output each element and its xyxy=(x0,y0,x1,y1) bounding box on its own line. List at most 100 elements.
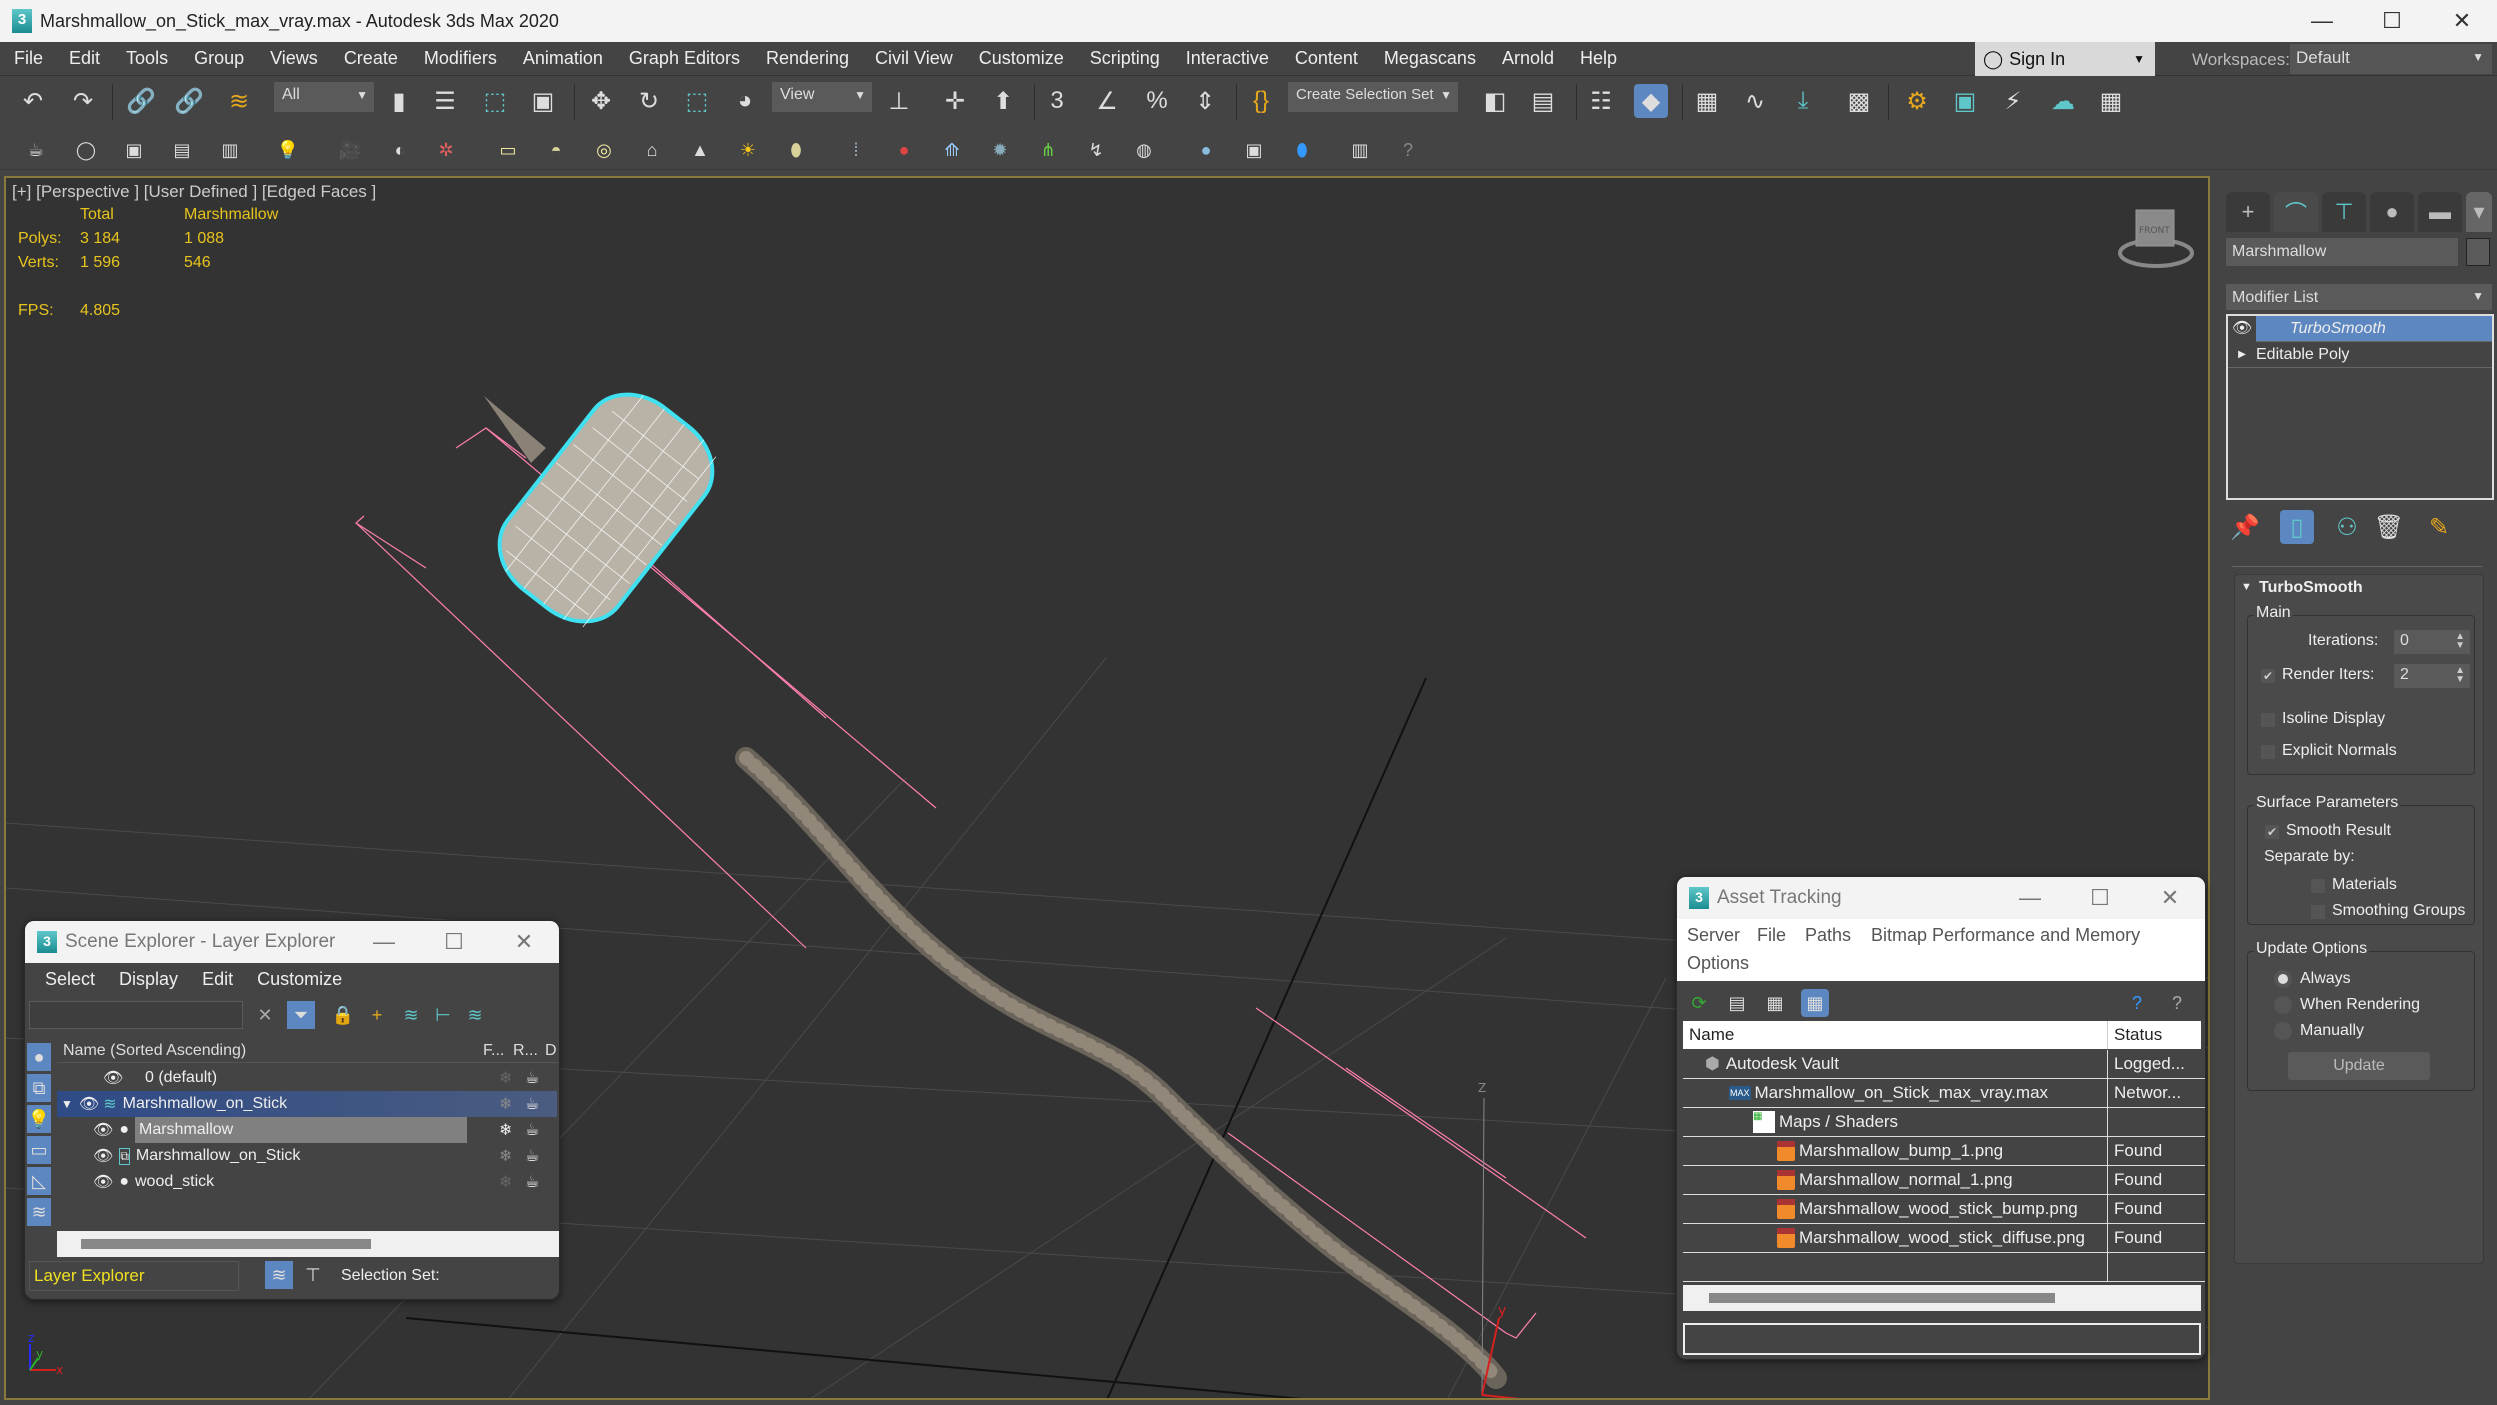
menu-scripting[interactable]: Scripting xyxy=(1075,48,1171,69)
curve-editor-icon[interactable]: ∿ xyxy=(1738,84,1772,118)
render-teapot-icon[interactable]: ☕ xyxy=(525,1172,539,1192)
help-icon[interactable]: ? xyxy=(1394,136,1422,164)
menu-help[interactable]: Help xyxy=(1565,48,1628,69)
menu-megascans[interactable]: Megascans xyxy=(1369,48,1487,69)
angle-snap-icon[interactable]: ∠ xyxy=(1090,84,1124,118)
new-layer-icon[interactable]: + xyxy=(363,1001,391,1029)
clear-search-icon[interactable]: ✕ xyxy=(251,1001,279,1029)
minimize-button[interactable]: — xyxy=(1995,877,2065,919)
close-button[interactable]: ✕ xyxy=(2135,877,2205,919)
select-manipulate-icon[interactable]: ✛ xyxy=(938,84,972,118)
iterations-spinner[interactable]: 0 ▲ ▼ xyxy=(2394,630,2470,654)
at-menu-options[interactable]: Options xyxy=(1687,953,1749,974)
pivot-center-icon[interactable]: ⊥ xyxy=(882,84,916,118)
panel-list-icon[interactable]: ▥ xyxy=(216,136,244,164)
env-fog-icon[interactable]: ⟰ xyxy=(938,136,966,164)
expand-triangle-icon[interactable]: ▼ xyxy=(61,1097,73,1111)
se-menu-select[interactable]: Select xyxy=(45,969,95,990)
freeze-icon[interactable]: ❄ xyxy=(499,1172,512,1192)
select-object-icon[interactable]: ▮ xyxy=(382,84,416,118)
object-color-swatch[interactable] xyxy=(2466,238,2490,266)
spinner-arrows-icon[interactable]: ▲ ▼ xyxy=(2455,666,2465,685)
spinner-arrows-icon[interactable]: ▲ ▼ xyxy=(2455,632,2465,651)
modify-tab[interactable]: ⌒ xyxy=(2274,192,2318,232)
table-row[interactable]: ⬢ Autodesk Vault Logged... xyxy=(1683,1050,2205,1079)
freeze-icon[interactable]: ❄ xyxy=(499,1094,512,1114)
lights-filter-icon[interactable]: 💡 xyxy=(27,1105,51,1133)
eye-icon[interactable]: 👁 xyxy=(2228,315,2256,342)
camera-icon[interactable]: 🎥 xyxy=(336,136,364,164)
cameras-filter-icon[interactable]: ▭ xyxy=(27,1136,51,1164)
toggle-layer-explorer-icon[interactable]: ◆ xyxy=(1634,84,1668,118)
column-freeze[interactable]: F... xyxy=(483,1042,504,1060)
remove-modifier-icon[interactable]: 🗑 xyxy=(2372,510,2406,544)
column-name[interactable]: Name (Sorted Ascending) xyxy=(63,1042,246,1060)
plane-light-icon[interactable]: ▭ xyxy=(494,136,522,164)
table-row[interactable]: ▼ 👁 ≋ Marshmallow_on_Stick ❄ ☕ xyxy=(57,1091,557,1117)
proxy-icon[interactable]: ⁞ xyxy=(842,136,870,164)
table-row[interactable]: MAX Marshmallow_on_Stick_max_vray.max Ne… xyxy=(1683,1079,2205,1108)
table-row[interactable]: 👁 ● wood_stick ❄ ☕ xyxy=(57,1169,557,1195)
menu-interactive[interactable]: Interactive xyxy=(1171,48,1280,69)
at-menu-server[interactable]: Server xyxy=(1687,925,1740,946)
schematic-view-icon[interactable]: ⤓ xyxy=(1786,84,1820,118)
physical-camera-icon[interactable]: ◐ xyxy=(386,136,414,164)
update-always-radio[interactable] xyxy=(2274,970,2292,988)
unlink-icon[interactable]: 🔗 xyxy=(172,84,206,118)
render-teapot-icon[interactable]: ☕ xyxy=(525,1146,539,1166)
column-status[interactable]: Status xyxy=(2107,1021,2168,1049)
hair-icon[interactable]: ↯ xyxy=(1082,136,1110,164)
menu-graph-editors[interactable]: Graph Editors xyxy=(614,48,751,69)
table-row[interactable]: 👁 ⧉ Marshmallow_on_Stick ❄ ☕ xyxy=(57,1143,557,1169)
se-menu-display[interactable]: Display xyxy=(119,969,178,990)
lock-icon[interactable]: 🔒 xyxy=(329,1001,357,1029)
spot-light-icon[interactable]: ▲ xyxy=(686,136,714,164)
geometry-filter-icon[interactable]: ● xyxy=(27,1043,51,1071)
toggle-scene-explorer-icon[interactable]: ☷ xyxy=(1584,84,1618,118)
column-render[interactable]: R... xyxy=(513,1042,538,1060)
render-teapot-icon[interactable]: ☕ xyxy=(525,1094,539,1114)
rendered-frame-window-icon[interactable]: ▣ xyxy=(1948,84,1982,118)
motion-tab[interactable]: ● xyxy=(2370,192,2414,232)
filter-icon[interactable]: ⏷ xyxy=(287,1001,315,1029)
explicit-normals-checkbox[interactable] xyxy=(2260,744,2276,760)
list-view-icon[interactable]: ▤ xyxy=(1723,989,1751,1017)
grass-icon[interactable]: ⋔ xyxy=(1034,136,1062,164)
table-row[interactable]: Marshmallow_normal_1.png Found xyxy=(1683,1166,2205,1195)
shapes-filter-icon[interactable]: ⧉ xyxy=(27,1074,51,1102)
configure-modifier-sets-icon[interactable]: ✎ xyxy=(2422,510,2456,544)
render-setup-icon[interactable]: ⚙ xyxy=(1900,84,1934,118)
mesh-light-icon[interactable]: ⌂ xyxy=(638,136,666,164)
render-teapot-icon[interactable]: ☕ xyxy=(525,1068,539,1088)
move-icon[interactable]: ✥ xyxy=(584,84,618,118)
update-manually-radio[interactable] xyxy=(2274,1022,2292,1040)
table-row[interactable]: ▦ Maps / Shaders xyxy=(1683,1108,2205,1137)
smoothing-groups-checkbox[interactable] xyxy=(2310,904,2326,920)
modifier-stack-item[interactable]: ▶ Editable Poly xyxy=(2228,342,2492,368)
materials-checkbox[interactable] xyxy=(2310,878,2326,894)
keyboard-shortcut-toggle-icon[interactable]: ⬆ xyxy=(986,84,1020,118)
maximize-button[interactable]: ☐ xyxy=(419,921,489,963)
ornatrix-icon[interactable]: ◍ xyxy=(1130,136,1158,164)
menu-rendering[interactable]: Rendering xyxy=(751,48,860,69)
scale-icon[interactable]: ⬚ xyxy=(680,84,714,118)
redo-icon[interactable]: ↷ xyxy=(66,84,100,118)
pin-stack-icon[interactable]: 📌 xyxy=(2228,510,2262,544)
rectangular-selection-icon[interactable]: ⬚ xyxy=(478,84,512,118)
menu-tools[interactable]: Tools xyxy=(111,48,179,69)
light-lister-icon[interactable]: 💡 xyxy=(274,136,302,164)
display-tab[interactable]: ▬ xyxy=(2418,192,2462,232)
render-region-icon[interactable]: ⬮ xyxy=(1288,136,1316,164)
menu-content[interactable]: Content xyxy=(1280,48,1369,69)
edit-named-selection-icon[interactable]: {} xyxy=(1244,84,1278,118)
freeze-icon[interactable]: ❄ xyxy=(499,1068,512,1088)
transform-gizmo[interactable]: Z y X xyxy=(1478,1081,1636,1400)
hierarchy-mode-icon[interactable]: ⊤ xyxy=(299,1261,327,1289)
render-teapot-icon[interactable]: ☕ xyxy=(525,1120,539,1140)
table-row[interactable]: Marshmallow_wood_stick_diffuse.png Found xyxy=(1683,1224,2205,1253)
snaps-toggle-icon[interactable]: 3 xyxy=(1040,84,1074,118)
scene-converter-icon[interactable]: ▥ xyxy=(1346,136,1374,164)
render-iters-checkbox[interactable]: ✔ xyxy=(2260,668,2276,684)
render-iters-spinner[interactable]: 2 ▲ ▼ xyxy=(2394,664,2470,688)
eye-icon[interactable]: 👁 xyxy=(79,1094,99,1114)
